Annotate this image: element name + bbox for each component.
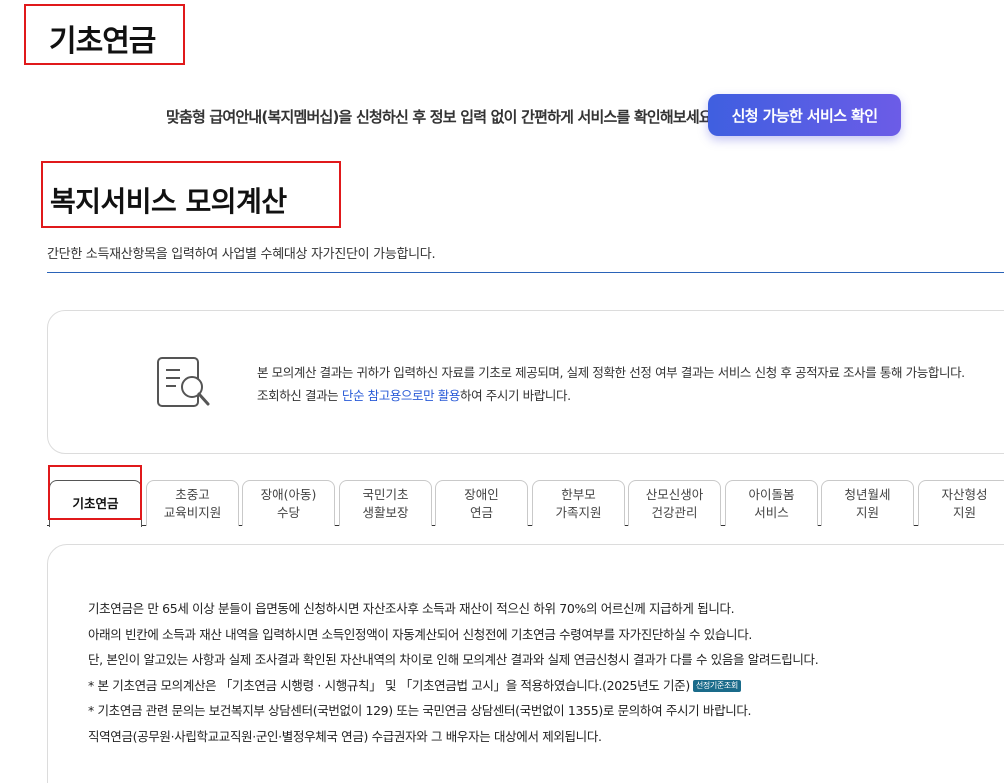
tab-5[interactable]: 장애인연금: [435, 480, 528, 526]
tab-label-line1: 자산형성: [941, 486, 988, 502]
tab-6[interactable]: 한부모가족지원: [532, 480, 625, 526]
tab-3[interactable]: 장애(아동) 수당: [242, 480, 335, 526]
section-divider: [47, 272, 1004, 273]
tab-label-line1: 초중고: [175, 486, 210, 502]
content-line: 아래의 빈칸에 소득과 재산 내역을 입력하시면 소득인정액이 자동계산되어 신…: [88, 626, 752, 642]
tab-label-line2: 교육비지원: [163, 504, 222, 520]
notice-text: 본 모의계산 결과는 귀하가 입력하신 자료를 기초로 제공되며, 실제 정확한…: [257, 361, 972, 407]
tab-label-line1: 청년월세: [844, 486, 891, 502]
section-title: 복지서비스 모의계산: [50, 185, 287, 218]
tab-label-line2: 지원: [855, 504, 879, 520]
content-line-with-badge: * 본 기초연금 모의계산은 「기초연금 시행령 · 시행규칙」 및 「기초연금…: [88, 673, 988, 699]
content-line: * 본 기초연금 모의계산은 「기초연금 시행령 · 시행규칙」 및 「기초연금…: [88, 677, 690, 693]
tab-label-line2: 연금: [469, 504, 493, 520]
tab-label-line2: 수당: [276, 504, 300, 520]
notice-highlight: 단순 참고용으로만 활용: [341, 388, 461, 403]
page-title-highlight-box: 기초연금: [24, 4, 185, 65]
tab-label-line1: 아이돌봄: [748, 486, 795, 502]
content-description: 기초연금은 만 65세 이상 분들이 읍면동에 신청하시면 자산조사후 소득과 …: [88, 596, 988, 749]
tab-label-line1: 산모신생아: [645, 486, 704, 502]
tab-label-line1: 장애(아동): [260, 486, 317, 502]
content-line: 기초연금은 만 65세 이상 분들이 읍면동에 신청하시면 자산조사후 소득과 …: [88, 601, 735, 616]
tab-10[interactable]: 자산형성지원: [918, 480, 1004, 526]
page-title: 기초연금: [49, 24, 156, 59]
service-tabs: 기초연금 초중고 교육비지원 장애(아동) 수당 국민기초 생활보장 장애인 연금 한부모 가족지원…: [47, 480, 1004, 527]
document-search-icon: [155, 355, 213, 411]
tab-label-line2: 가족지원: [555, 504, 602, 520]
promo-text: 맞춤형 급여안내(복지멤버십)을 신청하신 후 정보 입력 없이 간편하게 서비…: [166, 108, 719, 126]
content-line: 직역연금(공무원·사립학교교직원·군인·별정우체국 연금) 수급권자와 그 배우…: [88, 728, 602, 744]
tab-9[interactable]: 청년월세지원: [821, 480, 914, 526]
tab-label-line2: 지원: [952, 504, 976, 520]
content-line: * 기초연금 관련 문의는 보건복지부 상담센터(국번없이 129) 또는 국민…: [88, 703, 752, 718]
tab-7[interactable]: 산모신생아건강관리: [628, 480, 721, 526]
tab-label-line1: 국민기초: [362, 486, 409, 502]
check-available-services-button[interactable]: 신청 가능한 서비스 확인: [708, 94, 901, 136]
tab-8[interactable]: 아이돌봄서비스: [725, 480, 818, 526]
selection-criteria-badge[interactable]: 선정기준조회: [692, 679, 741, 692]
tab-2[interactable]: 초중고교육비지원: [146, 480, 239, 526]
notice-text-end: 하여 주시기 바랍니다.: [460, 388, 571, 403]
content-line: 단, 본인이 알고있는 사항과 실제 조사결과 확인된 자산내역의 차이로 인해…: [88, 652, 819, 667]
tab-label-line2: 생활보장: [362, 504, 409, 520]
tab-4[interactable]: 국민기초생활보장: [339, 480, 432, 526]
active-tab-highlight-box: [48, 465, 142, 520]
tab-label-line2: 서비스: [754, 504, 789, 520]
section-description: 간단한 소득재산항목을 입력하여 사업별 수혜대상 자가진단이 가능합니다.: [47, 247, 436, 262]
tab-label-line2: 건강관리: [651, 504, 698, 520]
tab-label-line1: 장애인: [464, 486, 499, 502]
tab-label-line1: 한부모: [561, 486, 596, 502]
section-title-highlight-box: 복지서비스 모의계산: [41, 161, 341, 228]
